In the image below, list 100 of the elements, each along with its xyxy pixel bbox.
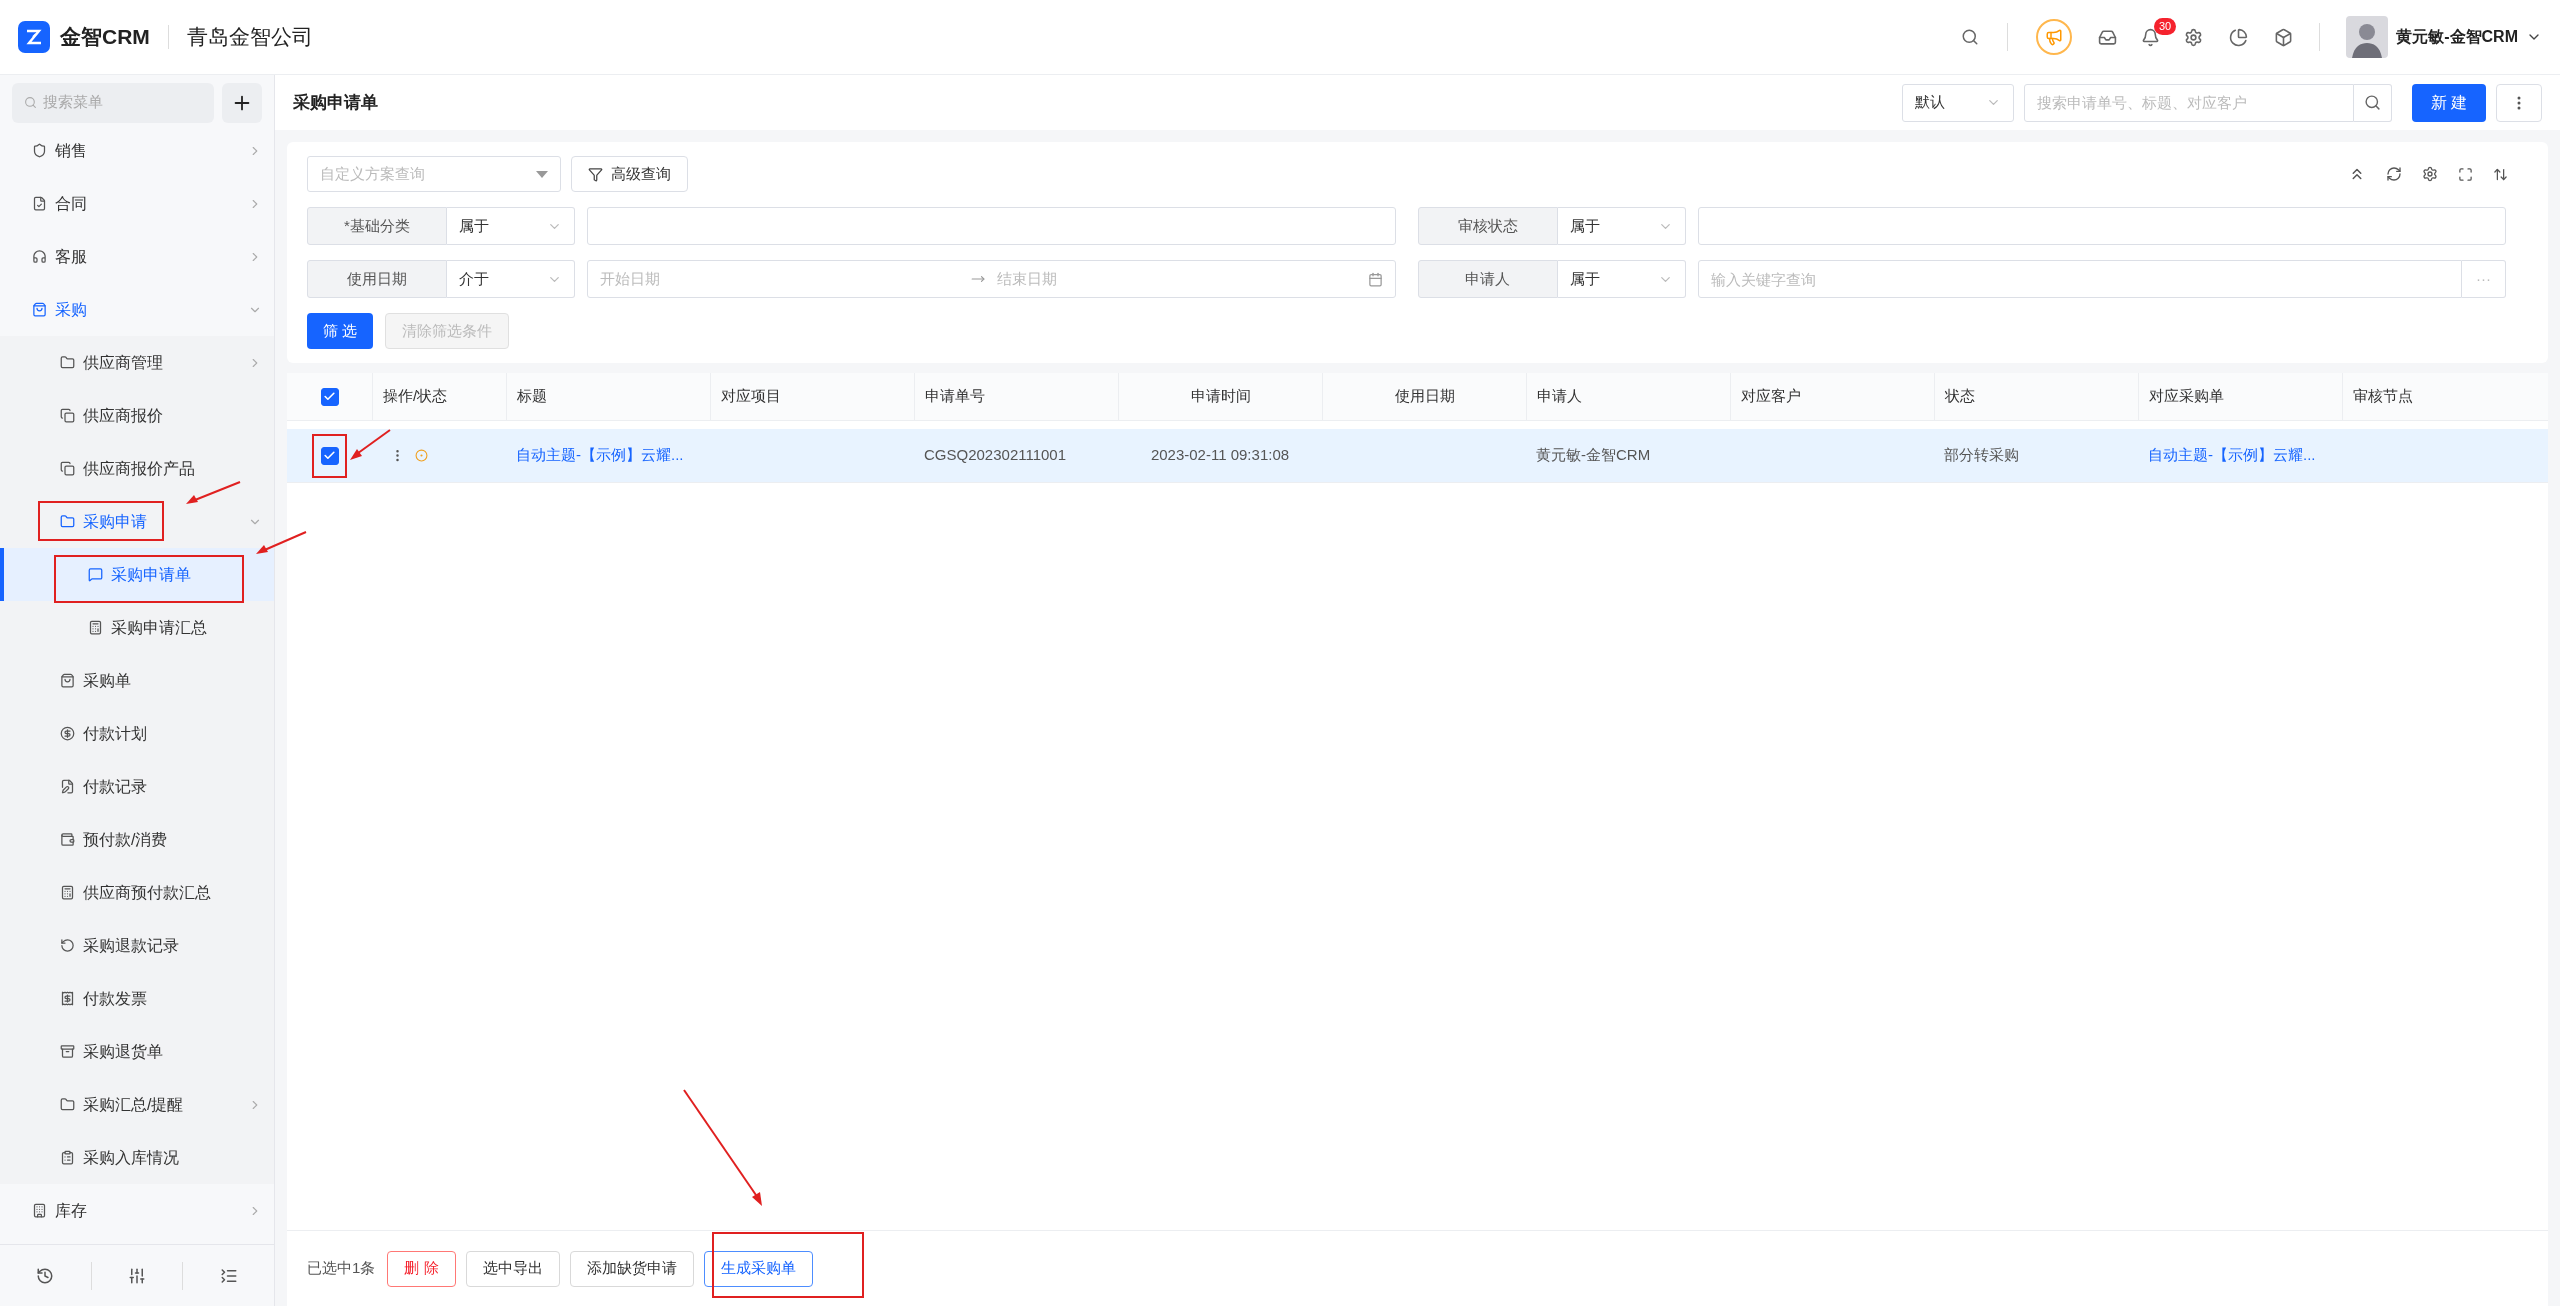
coin-icon bbox=[60, 726, 75, 741]
settings-icon[interactable] bbox=[2184, 27, 2204, 47]
filter-icon bbox=[588, 166, 603, 182]
sidebar-item[interactable]: 采购汇总/提醒 bbox=[0, 1078, 274, 1131]
filter-button[interactable]: 筛 选 bbox=[307, 313, 374, 349]
add-button[interactable] bbox=[222, 82, 262, 123]
folder-icon bbox=[60, 1097, 75, 1112]
sidebar-item[interactable]: 付款记录 bbox=[0, 760, 274, 813]
calculator-icon bbox=[60, 885, 75, 900]
avatar[interactable] bbox=[2346, 16, 2389, 58]
sidebar-item[interactable]: 采购申请汇总 bbox=[0, 601, 274, 654]
search-button[interactable] bbox=[2354, 83, 2392, 122]
copy-icon bbox=[60, 461, 75, 476]
action-button[interactable]: 删 除 bbox=[387, 1250, 456, 1287]
cube-icon[interactable] bbox=[2274, 27, 2294, 47]
sidebar-item[interactable]: 供应商预付款汇总 bbox=[0, 866, 274, 919]
history-icon[interactable] bbox=[36, 1266, 55, 1285]
document-icon bbox=[32, 196, 47, 211]
refresh-icon[interactable] bbox=[2386, 166, 2402, 182]
view-select[interactable]: 默认 bbox=[1902, 83, 2014, 122]
input-field[interactable] bbox=[1697, 207, 2506, 245]
folder-icon bbox=[60, 355, 75, 370]
sidebar-item[interactable]: 库存 bbox=[0, 1184, 274, 1237]
sidebar-item[interactable]: 采购 bbox=[0, 283, 274, 336]
sidebar-item[interactable]: 采购申请单 bbox=[0, 548, 274, 601]
sidebar-item[interactable]: 供应商管理 bbox=[0, 336, 274, 389]
bag-icon bbox=[32, 302, 47, 317]
message-icon bbox=[88, 567, 103, 582]
sidebar-item[interactable]: 付款发票 bbox=[0, 972, 274, 1025]
column-header: 审核节点 bbox=[2353, 386, 2413, 407]
brand-name: 金智CRM bbox=[60, 24, 150, 51]
input-field[interactable] bbox=[587, 207, 1396, 245]
collapse-menu-icon[interactable] bbox=[219, 1266, 238, 1285]
sidebar-item[interactable]: 销售 bbox=[0, 130, 274, 177]
sidebar-item[interactable]: 供应商报价 bbox=[0, 389, 274, 442]
advanced-search-button[interactable]: 高级查询 bbox=[571, 156, 688, 192]
search-icon bbox=[2364, 94, 2381, 111]
operator-select[interactable]: 属于 bbox=[1557, 207, 1686, 245]
table-link[interactable]: 自动主题-【示例】云耀... bbox=[516, 444, 684, 467]
sidebar-item[interactable]: 付款计划 bbox=[0, 707, 274, 760]
action-button[interactable]: 生成采购单 bbox=[703, 1250, 813, 1287]
operator-select[interactable]: 属于 bbox=[1557, 260, 1686, 298]
search-icon[interactable] bbox=[1961, 28, 1979, 46]
checkbox[interactable] bbox=[320, 387, 339, 406]
sidebar-item[interactable]: 采购入库情况 bbox=[0, 1131, 274, 1184]
sidebar-item[interactable]: 客服 bbox=[0, 230, 274, 283]
selection-count: 已选中1条 bbox=[307, 1258, 376, 1279]
action-button[interactable]: 添加缺货申请 bbox=[569, 1250, 694, 1287]
check-icon bbox=[323, 449, 336, 462]
input-field[interactable]: 输入关键字查询 bbox=[1697, 260, 2462, 298]
column-header: 对应项目 bbox=[721, 386, 781, 407]
column-header: 状态 bbox=[1945, 386, 1975, 407]
sidebar-item[interactable]: 采购单 bbox=[0, 654, 274, 707]
pie-chart-icon[interactable] bbox=[2229, 27, 2249, 47]
annotation-box bbox=[312, 434, 347, 478]
annotation-arrow bbox=[348, 428, 392, 462]
edit-document-icon bbox=[60, 779, 75, 794]
search-field[interactable]: 搜索申请单号、标题、对应客户 bbox=[2024, 83, 2354, 122]
status-icon bbox=[415, 449, 428, 462]
calendar-icon bbox=[1367, 271, 1383, 287]
column-header: 申请单号 bbox=[925, 386, 985, 407]
operator-select[interactable]: 属于 bbox=[447, 207, 575, 245]
sidebar-item[interactable]: 预付款/消费 bbox=[0, 813, 274, 866]
receipt-icon bbox=[60, 991, 75, 1006]
sidebar-item[interactable]: 采购退款记录 bbox=[0, 919, 274, 972]
sidebar-item[interactable]: 合同 bbox=[0, 177, 274, 230]
inbox-icon[interactable] bbox=[2098, 27, 2117, 47]
table-link[interactable]: 自动主题-【示例】云耀... bbox=[2148, 444, 2316, 467]
user-name[interactable]: 黄元敏-金智CRM bbox=[2396, 25, 2518, 49]
clipboard-icon bbox=[60, 1150, 75, 1165]
sidebar-item[interactable]: 供应商报价产品 bbox=[0, 442, 274, 495]
filter-label: 使用日期 bbox=[307, 260, 447, 298]
table-cell-text: 2023-02-11 09:31:08 bbox=[1150, 445, 1290, 466]
search-icon bbox=[24, 96, 37, 109]
wallet-icon bbox=[60, 832, 75, 847]
action-button[interactable]: 选中导出 bbox=[465, 1250, 560, 1287]
fullscreen-icon[interactable] bbox=[2458, 166, 2473, 182]
column-header: 对应客户 bbox=[1741, 386, 1801, 407]
company-name: 青岛金智公司 bbox=[186, 24, 313, 51]
bell-icon[interactable] bbox=[2141, 27, 2160, 47]
page-title: 采购申请单 bbox=[293, 91, 378, 114]
table-row[interactable]: 自动主题-【示例】云耀... CGSQ202302111001 2023-02-11 09:31:08 黄元敏-金智CRM 部分转采购 自动主题-【示例】云耀... bbox=[287, 429, 2548, 483]
caret-icon bbox=[536, 170, 548, 178]
sidebar-item[interactable]: 采购申请 bbox=[0, 495, 274, 548]
table-cell-text: CGSQ202302111001 bbox=[924, 445, 1067, 466]
check-icon bbox=[323, 390, 336, 403]
filter-label: *基础分类 bbox=[307, 207, 447, 245]
settings-icon[interactable] bbox=[2422, 166, 2438, 182]
table-cell-text: 黄元敏-金智CRM bbox=[1536, 445, 1651, 466]
archive-icon bbox=[60, 1044, 75, 1059]
sliders-icon[interactable] bbox=[128, 1266, 146, 1285]
row-height-icon[interactable] bbox=[2493, 166, 2508, 182]
calculator-icon bbox=[88, 620, 103, 635]
checkbox[interactable] bbox=[320, 446, 339, 465]
column-header: 操作/状态 bbox=[383, 386, 448, 407]
operator-select[interactable]: 介于 bbox=[447, 260, 575, 298]
copy-icon bbox=[60, 408, 75, 423]
folder-icon bbox=[60, 514, 75, 529]
new-button[interactable]: 新 建 bbox=[2412, 83, 2486, 122]
sidebar-item[interactable]: 采购退货单 bbox=[0, 1025, 274, 1078]
